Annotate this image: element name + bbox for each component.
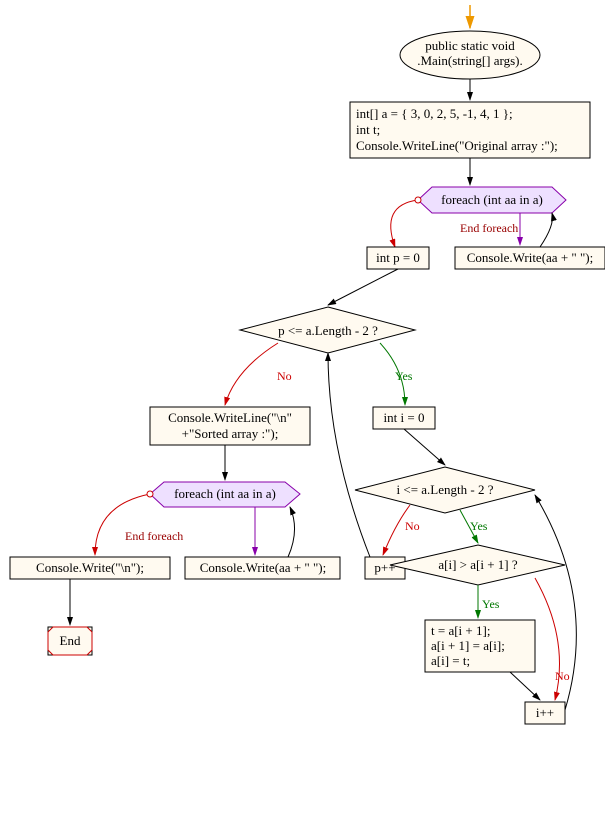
cond1-no-label: No xyxy=(277,369,292,383)
end-foreach1-label: End foreach xyxy=(460,221,518,235)
write2-label: Console.Write(aa + " "); xyxy=(200,560,326,575)
swap-line-2: a[i + 1] = a[i]; xyxy=(431,638,505,653)
swap-line-3: a[i] = t; xyxy=(431,653,470,668)
start-label-1: public static void xyxy=(425,38,515,53)
edge-swap-iinc xyxy=(510,672,540,700)
sorted-line-2: +"Sorted array :"); xyxy=(182,426,279,441)
cond1-yes-label: Yes xyxy=(395,369,413,383)
init-line-3: Console.WriteLine("Original array :"); xyxy=(356,138,558,153)
cond2-no-label: No xyxy=(405,519,420,533)
end-foreach2-label: End foreach xyxy=(125,529,183,543)
edge-pinc-back xyxy=(328,353,370,557)
cond2-label: i <= a.Length - 2 ? xyxy=(397,482,494,497)
edge-foreach1-exit xyxy=(391,200,418,247)
foreach1-label: foreach (int aa in a) xyxy=(441,192,543,207)
sorted-line-1: Console.WriteLine("\n" xyxy=(168,410,292,425)
cond3-yes-label: Yes xyxy=(482,597,500,611)
foreach2-label: foreach (int aa in a) xyxy=(174,486,276,501)
edge-cond1-no xyxy=(225,343,278,405)
init-line-1: int[] a = { 3, 0, 2, 5, -1, 4, 1 }; xyxy=(356,106,513,121)
edge-foreach2-exit xyxy=(95,494,150,555)
edge-write2-back xyxy=(288,507,295,557)
end-label: End xyxy=(60,633,81,648)
edge-pinit-cond1 xyxy=(328,269,398,305)
cond1-label: p <= a.Length - 2 ? xyxy=(278,323,378,338)
cond3-label: a[i] > a[i + 1] ? xyxy=(438,557,517,572)
i-init-label: int i = 0 xyxy=(384,410,425,425)
init-line-2: int t; xyxy=(356,122,380,137)
start-label-2: .Main(string[] args). xyxy=(417,53,523,68)
i-inc-label: i++ xyxy=(536,705,554,720)
cond3-no-label: No xyxy=(555,669,570,683)
p-init-label: int p = 0 xyxy=(376,250,420,265)
newline-label: Console.Write("\n"); xyxy=(36,560,144,575)
edge-write1-back xyxy=(540,213,553,247)
write1-label: Console.Write(aa + " "); xyxy=(467,250,593,265)
p-inc-label: p++ xyxy=(374,560,395,575)
swap-line-1: t = a[i + 1]; xyxy=(431,623,490,638)
edge-iinit-cond2 xyxy=(404,429,445,465)
cond2-yes-label: Yes xyxy=(470,519,488,533)
